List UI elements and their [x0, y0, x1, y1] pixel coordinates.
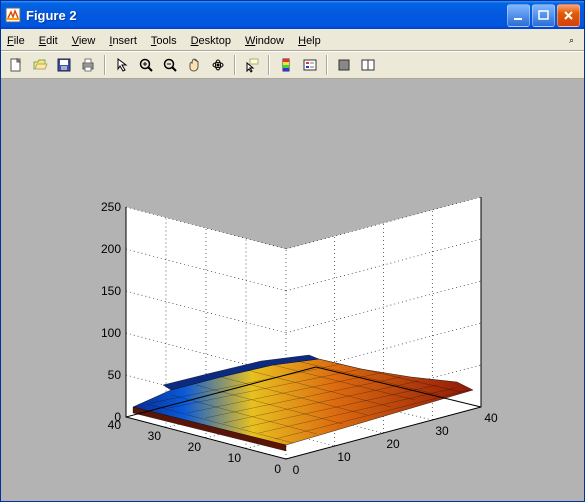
svg-text:0: 0	[293, 463, 300, 477]
svg-text:40: 40	[484, 411, 498, 425]
svg-text:200: 200	[101, 242, 121, 256]
toolbar-separator	[268, 55, 270, 75]
open-file-button[interactable]	[29, 54, 51, 76]
zoom-in-button[interactable]	[135, 54, 157, 76]
svg-text:20: 20	[188, 440, 202, 454]
zoom-out-button[interactable]	[159, 54, 181, 76]
rotate-3d-button[interactable]	[207, 54, 229, 76]
menu-overflow-icon[interactable]: ⌕	[569, 35, 574, 46]
menu-desktop[interactable]: Desktop	[189, 34, 233, 48]
svg-text:250: 250	[101, 200, 121, 214]
svg-text:10: 10	[228, 451, 242, 465]
close-button[interactable]	[557, 4, 580, 27]
svg-text:30: 30	[148, 429, 162, 443]
figure-canvas[interactable]: 0 50 100 150 200 250 40 30 20 10 0 0 10 …	[1, 79, 584, 501]
toolbar-separator	[326, 55, 328, 75]
svg-text:30: 30	[435, 424, 449, 438]
maximize-button[interactable]	[532, 4, 555, 27]
menu-edit[interactable]: Edit	[37, 34, 60, 48]
svg-text:40: 40	[108, 418, 122, 432]
data-cursor-button[interactable]	[241, 54, 263, 76]
app-icon	[5, 7, 21, 23]
menu-insert[interactable]: Insert	[107, 34, 139, 48]
toolbar-separator	[234, 55, 236, 75]
title-bar[interactable]: Figure 2	[1, 1, 584, 29]
window-title: Figure 2	[26, 8, 507, 23]
print-button[interactable]	[77, 54, 99, 76]
save-button[interactable]	[53, 54, 75, 76]
new-figure-button[interactable]	[5, 54, 27, 76]
show-plot-tools-button[interactable]	[357, 54, 379, 76]
minimize-button[interactable]	[507, 4, 530, 27]
edit-plot-button[interactable]	[111, 54, 133, 76]
toolbar-separator	[104, 55, 106, 75]
menu-bar: File Edit View Insert Tools Desktop Wind…	[1, 29, 584, 51]
toolbar	[1, 51, 584, 79]
hide-plot-tools-button[interactable]	[333, 54, 355, 76]
svg-text:20: 20	[386, 437, 400, 451]
menu-help[interactable]: Help	[296, 34, 323, 48]
svg-text:10: 10	[337, 450, 351, 464]
axes-3d[interactable]: 0 50 100 150 200 250 40 30 20 10 0 0 10 …	[61, 107, 541, 487]
insert-legend-button[interactable]	[299, 54, 321, 76]
svg-text:150: 150	[101, 284, 121, 298]
z-tick-labels: 0 50 100 150 200 250	[101, 200, 121, 424]
svg-text:100: 100	[101, 326, 121, 340]
menu-window[interactable]: Window	[243, 34, 286, 48]
svg-text:0: 0	[274, 462, 281, 476]
menu-file[interactable]: File	[5, 34, 27, 48]
svg-text:50: 50	[108, 368, 122, 382]
pan-button[interactable]	[183, 54, 205, 76]
insert-colorbar-button[interactable]	[275, 54, 297, 76]
menu-tools[interactable]: Tools	[149, 34, 179, 48]
figure-window: Figure 2 File Edit View Insert Tools Des…	[0, 0, 585, 502]
menu-view[interactable]: View	[70, 34, 98, 48]
